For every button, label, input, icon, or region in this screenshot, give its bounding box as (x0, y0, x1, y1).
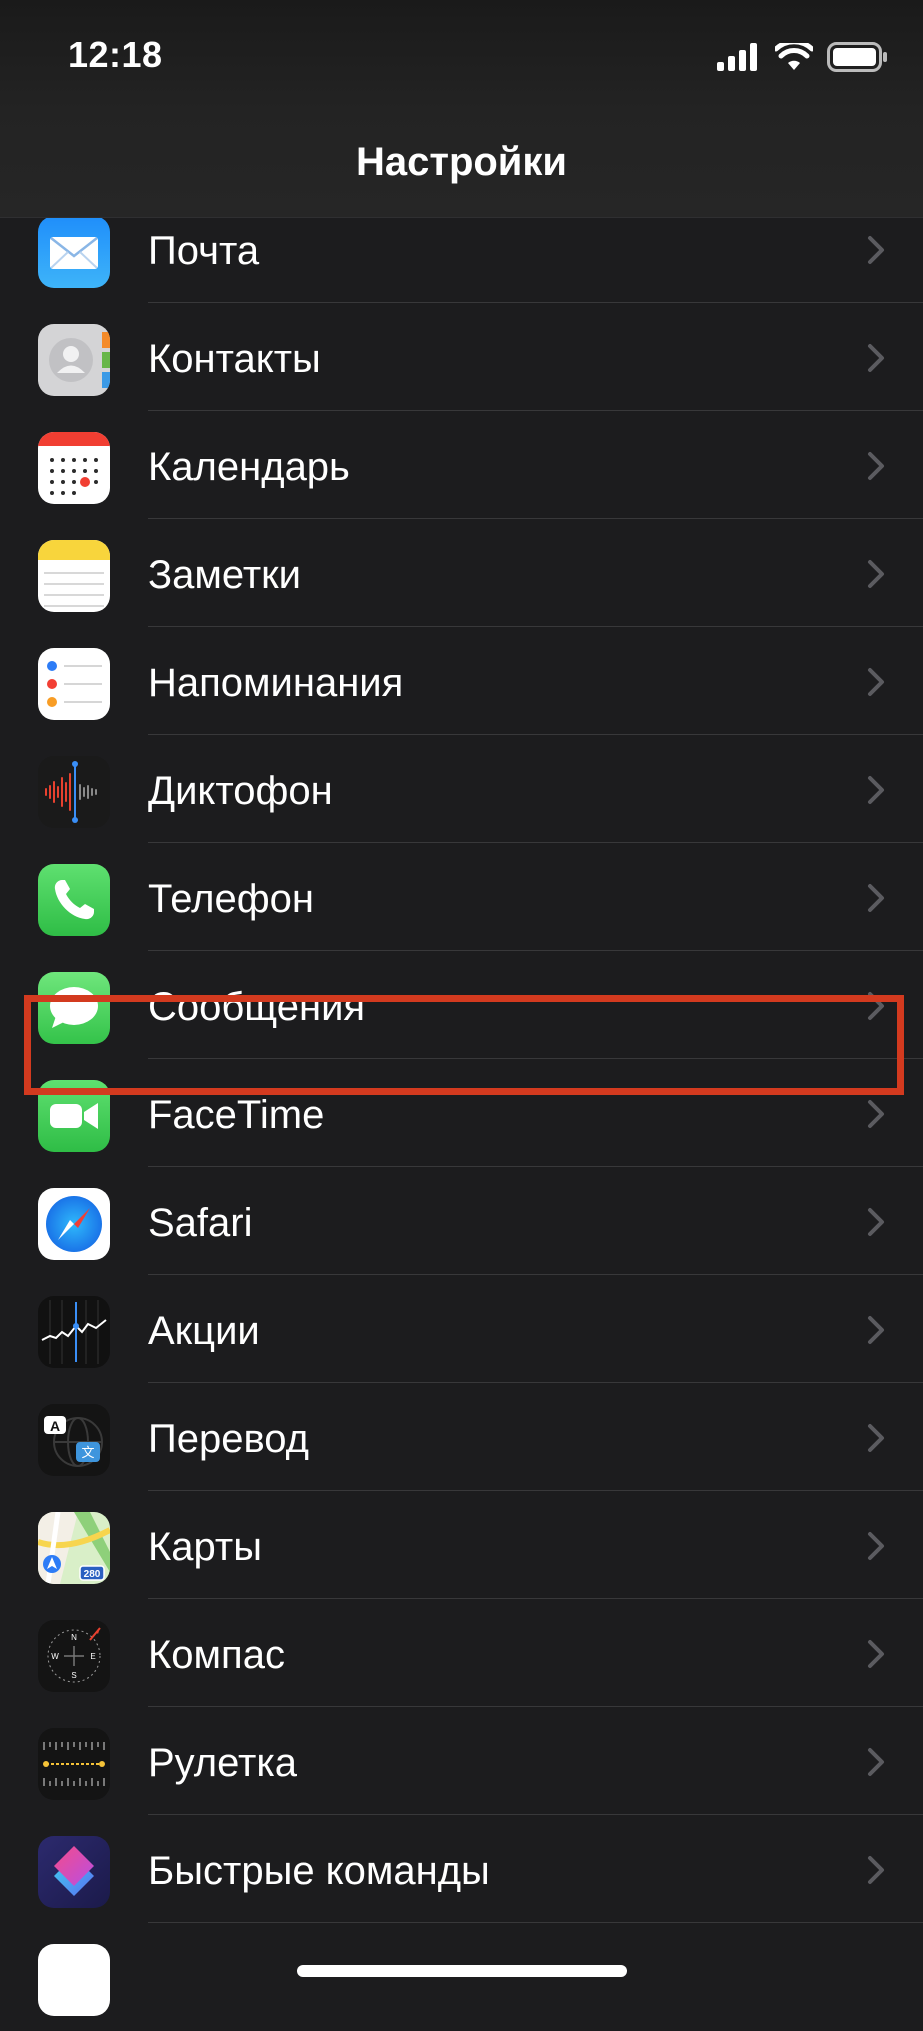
row-label: Календарь (148, 445, 350, 489)
row-label: Диктофон (148, 769, 333, 813)
chevron-right-icon (868, 1640, 884, 1668)
settings-row-phone[interactable]: Телефон (0, 843, 923, 951)
settings-row-messages[interactable]: Сообщения (0, 951, 923, 1059)
settings-row-safari[interactable]: Safari (0, 1167, 923, 1275)
battery-icon (827, 42, 887, 72)
chevron-right-icon (868, 884, 884, 912)
row-label: Телефон (148, 877, 314, 921)
translate-icon: A 文 (38, 1404, 110, 1476)
maps-icon: 280 (38, 1512, 110, 1584)
chevron-right-icon (868, 560, 884, 588)
partial-app-icon (38, 1944, 110, 2016)
navigation-bar: Настройки (0, 110, 923, 218)
measure-icon (38, 1728, 110, 1800)
settings-row-shortcuts[interactable]: Быстрые команды (0, 1815, 923, 1923)
chevron-right-icon (868, 1100, 884, 1128)
svg-text:280: 280 (84, 1569, 101, 1580)
settings-row-reminders[interactable]: Напоминания (0, 627, 923, 735)
status-bar: 12:18 (0, 0, 923, 110)
status-time: 12:18 (68, 34, 163, 75)
page-title: Настройки (355, 140, 568, 184)
chevron-right-icon (868, 1208, 884, 1236)
chevron-right-icon (868, 776, 884, 804)
chevron-right-icon (868, 1748, 884, 1776)
settings-row-stocks[interactable]: Акции (0, 1275, 923, 1383)
facetime-icon (38, 1080, 110, 1152)
settings-row-facetime[interactable]: FaceTime (0, 1059, 923, 1167)
row-label: Контакты (148, 337, 321, 381)
chevron-right-icon (868, 236, 884, 264)
partial-row (0, 1923, 923, 2031)
row-label: Почта (148, 229, 260, 273)
settings-row-notes[interactable]: Заметки (0, 519, 923, 627)
row-label: Перевод (148, 1417, 309, 1461)
svg-text:E: E (90, 1652, 95, 1661)
wifi-icon (775, 43, 813, 70)
contacts-icon (38, 324, 110, 396)
row-label: FaceTime (148, 1093, 325, 1137)
row-label: Сообщения (148, 985, 366, 1029)
chevron-right-icon (868, 668, 884, 696)
home-indicator[interactable] (297, 1965, 627, 1977)
settings-row-measure[interactable]: Рулетка (0, 1707, 923, 1815)
reminders-icon (38, 648, 110, 720)
settings-row-calendar[interactable]: Календарь (0, 411, 923, 519)
messages-icon (38, 972, 110, 1044)
row-label: Рулетка (148, 1741, 298, 1785)
chevron-right-icon (868, 1316, 884, 1344)
svg-text:文: 文 (81, 1446, 94, 1461)
calendar-icon (38, 432, 110, 504)
shortcuts-icon (38, 1836, 110, 1908)
svg-text:W: W (51, 1652, 59, 1661)
compass-icon: N S W E (38, 1620, 110, 1692)
settings-row-contacts[interactable]: Контакты (0, 303, 923, 411)
status-icons (717, 42, 887, 72)
row-label: Карты (148, 1525, 262, 1569)
cellular-signal-icon (717, 43, 757, 71)
chevron-right-icon (868, 1856, 884, 1884)
chevron-right-icon (868, 1532, 884, 1560)
svg-text:A: A (50, 1418, 60, 1434)
voice-memos-icon (38, 756, 110, 828)
row-label: Напоминания (148, 661, 404, 705)
notes-icon (38, 540, 110, 612)
settings-row-translate[interactable]: A 文 Перевод (0, 1383, 923, 1491)
row-label: Быстрые команды (148, 1849, 490, 1893)
chevron-right-icon (868, 452, 884, 480)
row-label: Акции (148, 1309, 260, 1353)
chevron-right-icon (868, 344, 884, 372)
row-label: Компас (148, 1633, 285, 1677)
settings-row-maps[interactable]: 280 Карты (0, 1491, 923, 1599)
settings-row-voice-memos[interactable]: Диктофон (0, 735, 923, 843)
svg-text:S: S (71, 1671, 76, 1680)
safari-icon (38, 1188, 110, 1260)
chevron-right-icon (868, 992, 884, 1020)
row-label: Safari (148, 1201, 253, 1245)
settings-row-compass[interactable]: N S W E Компас (0, 1599, 923, 1707)
row-label: Заметки (148, 553, 301, 597)
chevron-right-icon (868, 1424, 884, 1452)
stocks-icon (38, 1296, 110, 1368)
mail-icon (38, 216, 110, 288)
svg-text:N: N (71, 1633, 77, 1642)
phone-icon (38, 864, 110, 936)
